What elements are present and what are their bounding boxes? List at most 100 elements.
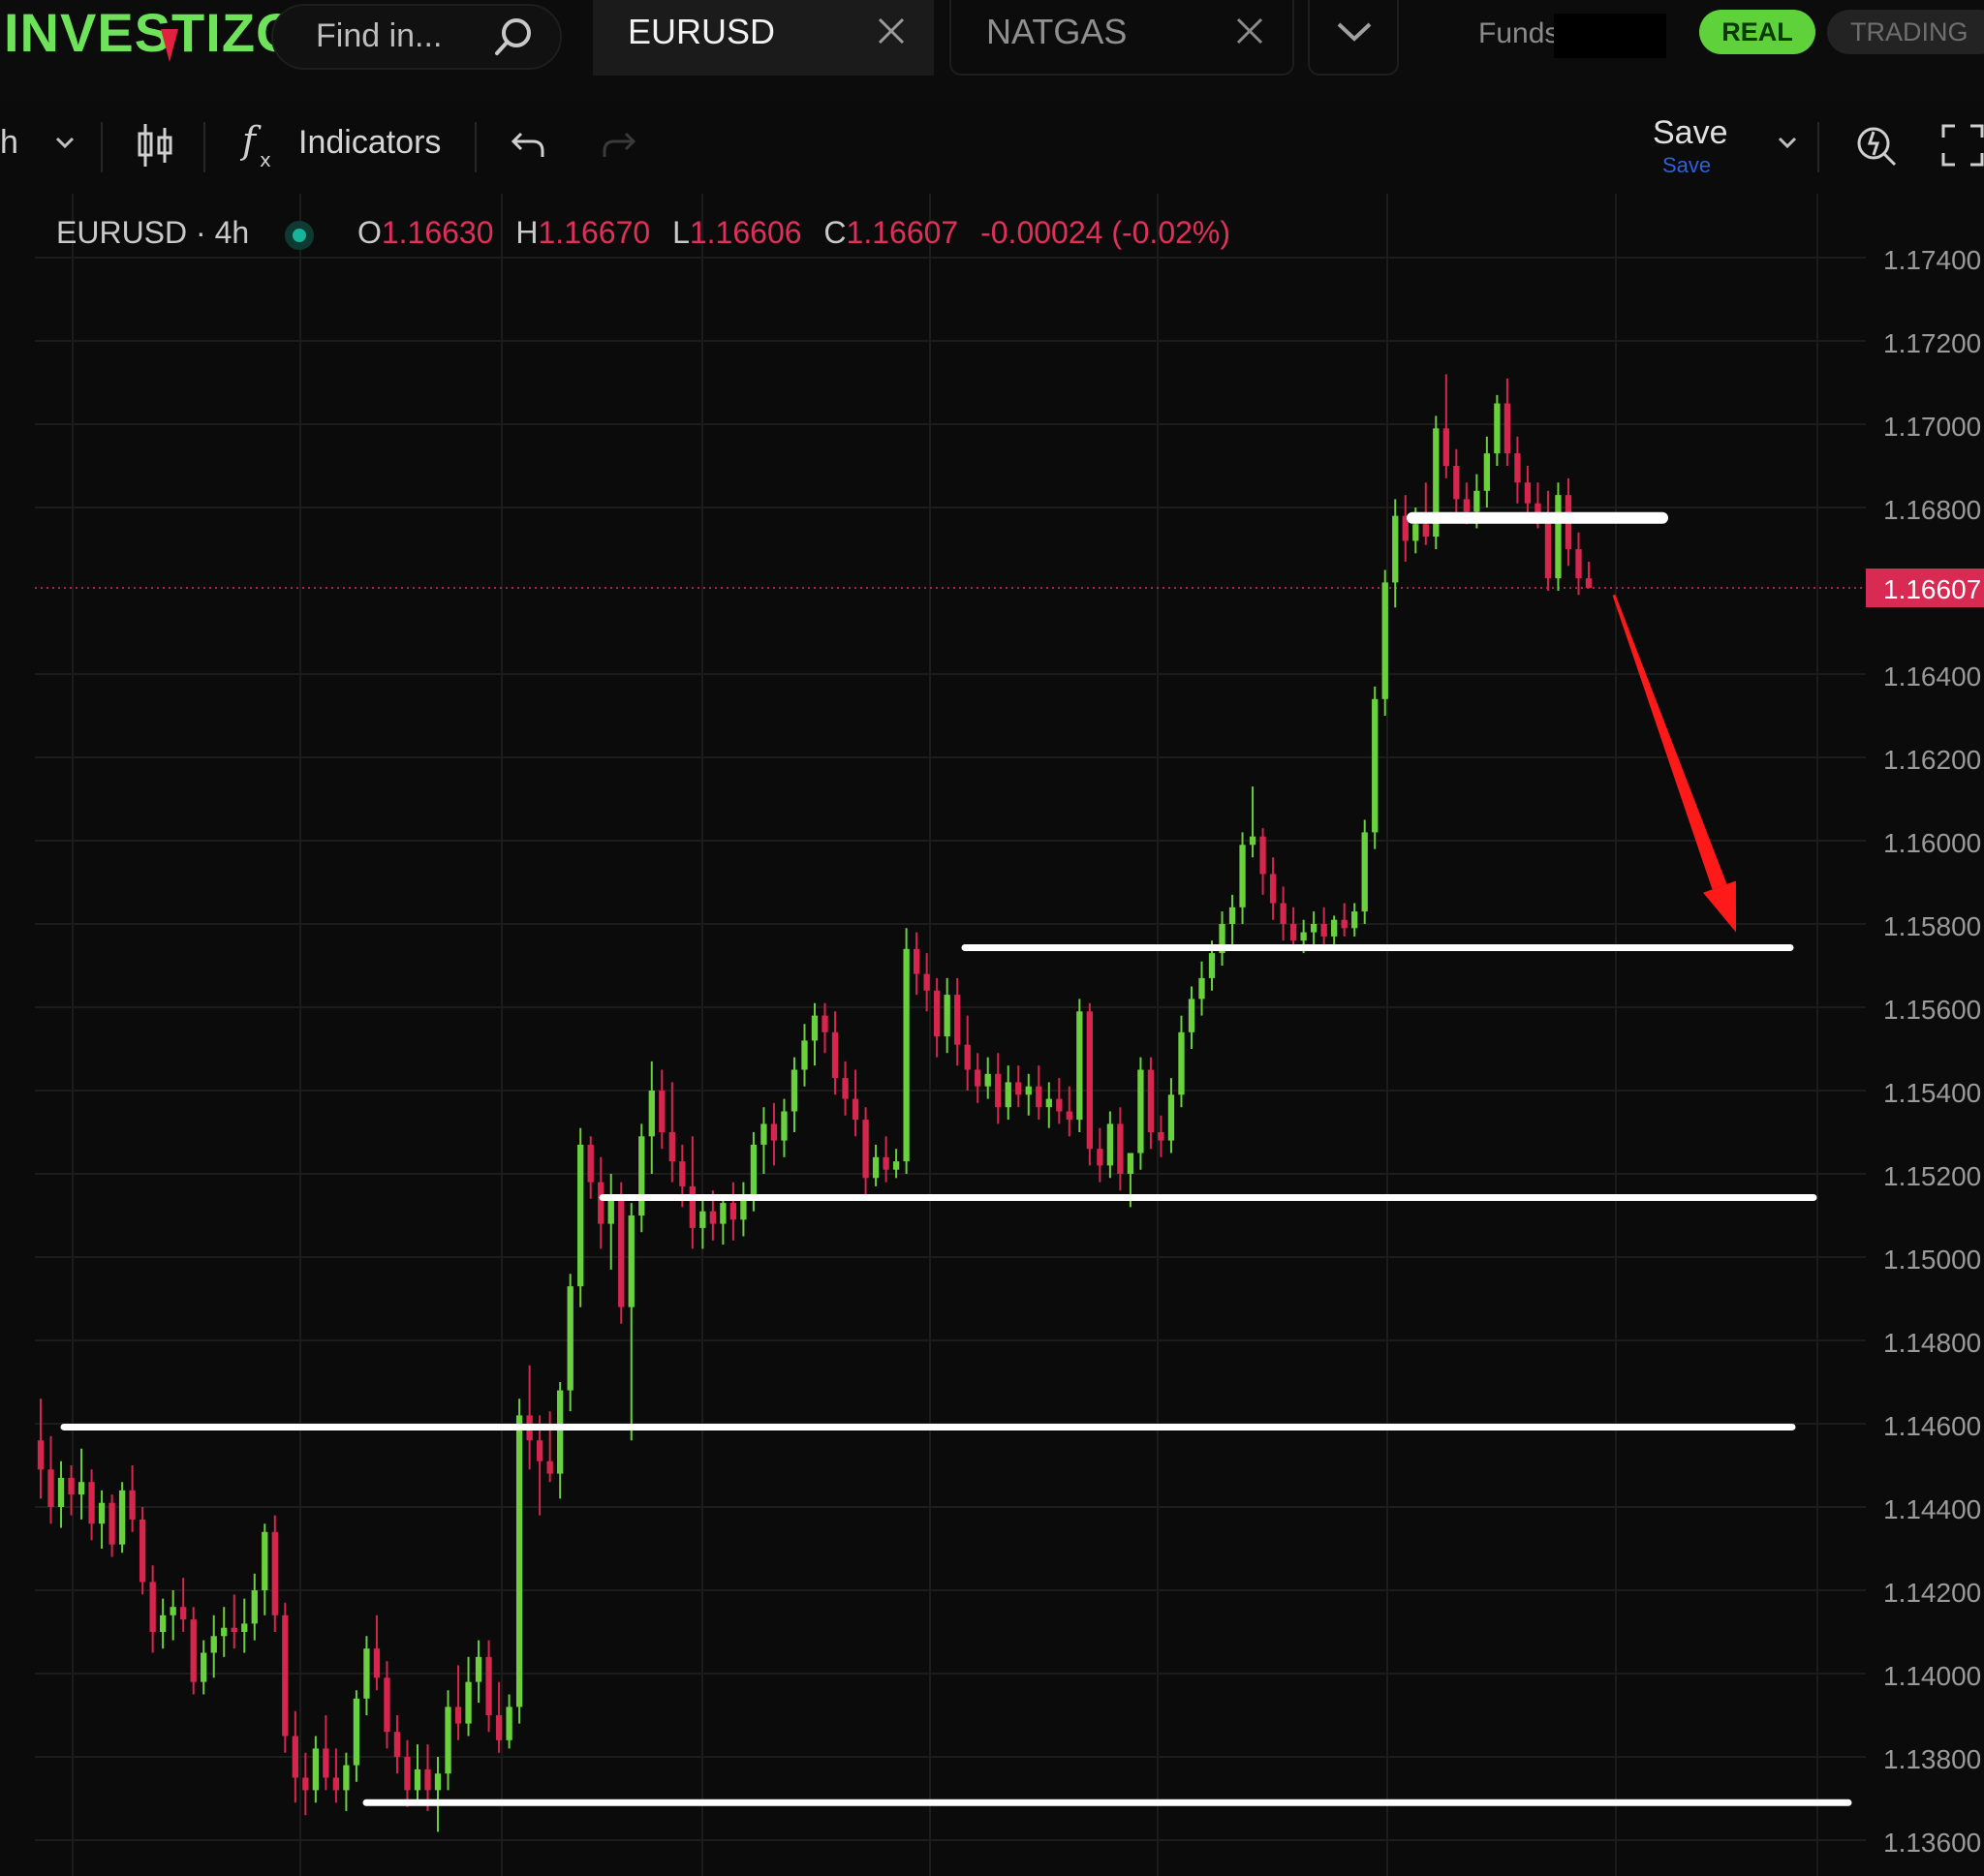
candle-body	[811, 1015, 819, 1041]
logo-arrow-icon	[161, 29, 178, 62]
tab-eurusd[interactable]: EURUSD	[593, 0, 934, 76]
fx-icon[interactable]: f x	[240, 118, 279, 172]
magic-icon[interactable]	[1852, 120, 1901, 169]
candle-body	[1585, 578, 1593, 588]
candle-body	[1463, 499, 1470, 512]
search-icon[interactable]	[490, 14, 537, 60]
candle-body	[47, 1469, 54, 1507]
candle-body	[332, 1777, 340, 1791]
candle-body	[1442, 428, 1449, 466]
candle-body	[913, 948, 920, 974]
candle-body	[170, 1607, 176, 1615]
tabs-dropdown-button[interactable]	[1308, 0, 1399, 76]
last-price-label: 1.16607	[1883, 574, 1981, 604]
interval-selector[interactable]: h	[0, 124, 18, 162]
candle-body	[515, 1415, 523, 1707]
legend-change: -0.00024 (-0.02%)	[980, 215, 1231, 250]
candle-body	[363, 1648, 370, 1699]
candle-body	[872, 1156, 880, 1179]
candle-body	[1300, 932, 1307, 941]
y-tick-label: 1.16000	[1883, 828, 1981, 858]
price-axis-background	[1866, 194, 1984, 1876]
candle-body	[1056, 1098, 1063, 1112]
fullscreen-icon[interactable]	[1941, 124, 1984, 167]
toolbar-divider	[101, 122, 103, 172]
chart-toolbar: h f x Indicators Save Save	[0, 101, 1984, 194]
candle-body	[1137, 1069, 1144, 1153]
search-box[interactable]: Find in...	[271, 4, 562, 70]
logo[interactable]: INVESTIZO	[4, 2, 299, 64]
y-tick-label: 1.13600	[1883, 1828, 1981, 1858]
chevron-down-icon[interactable]	[54, 136, 76, 149]
candle-body	[1320, 924, 1327, 937]
candle-body	[587, 1144, 594, 1183]
undo-icon[interactable]	[510, 128, 548, 163]
candle-body	[984, 1073, 991, 1087]
close-icon[interactable]	[1234, 15, 1265, 46]
candle-body	[323, 1748, 329, 1778]
candle-body	[1412, 524, 1419, 541]
candle-body	[1249, 836, 1256, 846]
price-chart[interactable]: 1.17400 1.17200 1.17000 1.16800 1.16400 1.162…	[0, 194, 1984, 1876]
candle-body	[750, 1144, 758, 1195]
candlestick-icon[interactable]	[136, 120, 174, 170]
candle-body	[1372, 698, 1379, 833]
legend-high: 1.16670	[538, 215, 651, 250]
candle-body	[282, 1615, 289, 1737]
save-button[interactable]: Save	[1653, 114, 1728, 152]
chevron-down-icon	[1337, 22, 1372, 42]
candle-body	[201, 1652, 207, 1682]
toolbar-divider	[1817, 122, 1819, 172]
mode-trading-toggle[interactable]: TRADING	[1827, 10, 1984, 54]
candle-body	[709, 1211, 717, 1224]
candle-body	[37, 1440, 45, 1470]
candle-body	[1351, 911, 1358, 929]
candle-body	[1167, 1094, 1175, 1141]
candle-body	[1117, 1123, 1124, 1174]
candle-body	[1514, 453, 1521, 483]
y-tick-label: 1.15200	[1883, 1161, 1981, 1191]
candle-body	[689, 1185, 696, 1228]
candle-body	[1544, 515, 1552, 579]
close-icon[interactable]	[876, 15, 907, 46]
candle-body	[842, 1078, 849, 1099]
candle-body	[944, 995, 950, 1037]
candle-body	[149, 1582, 156, 1632]
y-tick-label: 1.15600	[1883, 995, 1981, 1025]
candle-body	[1361, 832, 1368, 912]
chevron-down-icon[interactable]	[1777, 136, 1798, 149]
candle-body	[424, 1768, 431, 1791]
candle-body	[454, 1707, 462, 1724]
candle-body	[506, 1707, 512, 1740]
candle-body	[648, 1091, 655, 1137]
candle-body	[1066, 1111, 1072, 1121]
funds-label: Funds	[1478, 17, 1560, 49]
candle-body	[699, 1211, 706, 1228]
candle-body	[995, 1073, 1002, 1108]
candle-body	[1127, 1153, 1134, 1174]
candle-body	[78, 1482, 85, 1495]
candle-body	[954, 995, 961, 1045]
indicators-button[interactable]: Indicators	[298, 124, 441, 162]
candle-body	[393, 1732, 401, 1757]
search-input[interactable]: Find in...	[316, 17, 442, 55]
candle-body	[934, 990, 941, 1037]
candle-body	[923, 973, 930, 991]
chart-canvas[interactable]: 1.17400 1.17200 1.17000 1.16800 1.16400 1.162…	[0, 194, 1984, 1876]
candle-body	[801, 1040, 808, 1070]
candle-body	[831, 1031, 839, 1079]
mode-real-toggle[interactable]: REAL	[1699, 10, 1815, 54]
svg-text:x: x	[260, 148, 271, 171]
candle-body	[679, 1161, 686, 1186]
candle-body	[1453, 466, 1460, 500]
save-status-label: Save	[1662, 153, 1712, 177]
tab-natgas[interactable]: NATGAS	[949, 0, 1294, 76]
tab-label: EURUSD	[628, 12, 776, 51]
legend-open-key: O	[356, 215, 382, 250]
y-tick-label: 1.15800	[1883, 911, 1981, 941]
candle-body	[1198, 977, 1205, 1000]
candle-body	[1188, 999, 1195, 1032]
y-tick-label: 1.14400	[1883, 1494, 1981, 1524]
redo-icon[interactable]	[599, 128, 637, 163]
candle-body	[1045, 1098, 1052, 1108]
